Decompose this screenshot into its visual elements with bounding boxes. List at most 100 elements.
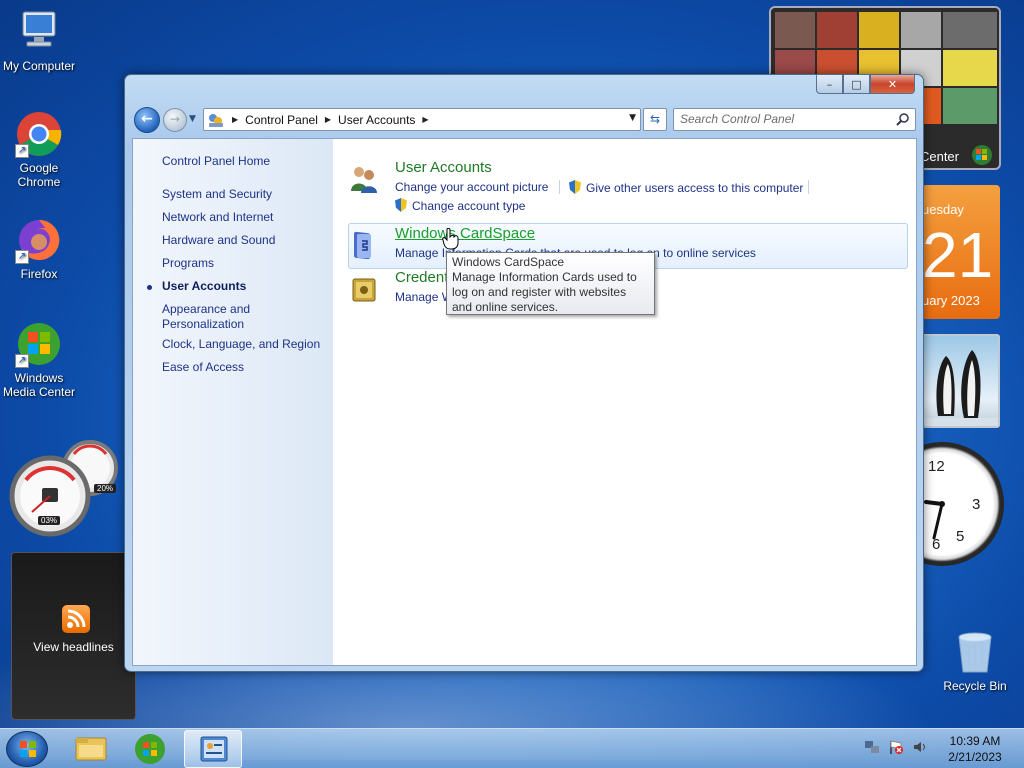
search-box[interactable]	[673, 108, 916, 131]
breadcrumb-control-panel[interactable]: Control Panel	[245, 113, 318, 127]
folder-icon	[75, 737, 107, 761]
nav-clock-language-region[interactable]: Clock, Language, and Region	[162, 337, 320, 352]
user-accounts-title[interactable]: User Accounts	[395, 159, 492, 176]
cardspace-tooltip: Windows CardSpace Manage Information Car…	[446, 252, 655, 315]
back-button[interactable]: ←	[134, 107, 160, 133]
tooltip-title: Windows CardSpace	[452, 255, 565, 269]
desktop-icon-windows-media-center[interactable]: ↗ Windows Media Center	[0, 320, 79, 399]
media-tile	[943, 12, 997, 48]
hand-pointer-cursor-icon	[442, 227, 460, 250]
taskbar-control-panel[interactable]	[184, 730, 242, 768]
media-tile	[943, 50, 997, 86]
uac-shield-icon	[569, 180, 581, 194]
change-account-type-label: Change account type	[412, 199, 526, 213]
desktop-icon-my-computer[interactable]: My Computer	[0, 8, 79, 73]
slideshow-gadget[interactable]	[922, 334, 1000, 428]
nav-system-and-security[interactable]: System and Security	[162, 187, 272, 202]
network-icon[interactable]	[864, 739, 880, 755]
windows-media-center-icon	[135, 734, 165, 764]
media-tile	[859, 12, 899, 48]
tooltip-body: Manage Information Cards used to log on …	[452, 270, 637, 314]
action-center-flag-icon[interactable]	[888, 739, 904, 755]
desktop-icon-label: My Computer	[2, 59, 76, 73]
search-icon[interactable]	[896, 112, 910, 126]
rss-icon	[62, 605, 90, 633]
calendar-gadget[interactable]: uesday 21 uary 2023	[922, 185, 1000, 319]
minimize-button[interactable]: –	[816, 75, 843, 94]
control-panel-window: – □ ✕ ← → ▼ ▶ Control Panel ▶ User Accou…	[124, 74, 924, 672]
media-center-label: Center	[919, 149, 959, 164]
forward-button[interactable]: →	[163, 108, 187, 132]
link-divider	[559, 180, 560, 194]
give-users-access-label: Give other users access to this computer	[586, 181, 804, 195]
taskbar-clock[interactable]: 10:39 AM 2/21/2023	[940, 733, 1010, 765]
nav-control-panel-home[interactable]: Control Panel Home	[162, 154, 270, 169]
firefox-icon: ↗	[15, 216, 63, 264]
cpu-percent: 03%	[38, 516, 61, 525]
give-users-access-link[interactable]: Give other users access to this computer	[569, 180, 803, 195]
shortcut-arrow-icon: ↗	[15, 354, 29, 368]
address-dropdown-icon[interactable]: ▼	[629, 113, 636, 123]
recycle-bin-icon	[951, 628, 999, 676]
calendar-day: uesday	[922, 202, 964, 217]
shortcut-arrow-icon: ↗	[15, 250, 29, 264]
recent-pages-button[interactable]: ▼	[189, 112, 201, 126]
volume-icon[interactable]	[912, 739, 928, 755]
desktop-icon-firefox[interactable]: ↗ Firefox	[0, 216, 79, 281]
control-panel-icon	[200, 736, 228, 762]
forward-arrow-icon: →	[169, 112, 181, 126]
close-button[interactable]: ✕	[870, 75, 915, 94]
calendar-date: 21	[922, 219, 994, 291]
clock-time: 10:39 AM	[949, 734, 1001, 748]
feed-headlines-gadget[interactable]: View headlines	[11, 552, 136, 720]
cardspace-icon	[348, 229, 380, 261]
desktop-icon-label: Recycle Bin	[943, 679, 1007, 693]
desktop-icon-label: Google Chrome	[17, 161, 61, 189]
nav-ease-of-access[interactable]: Ease of Access	[162, 360, 244, 375]
nav-programs[interactable]: Programs	[162, 256, 214, 271]
windows-media-center-icon: ↗	[15, 320, 63, 368]
media-tile	[775, 12, 815, 48]
change-account-type-link[interactable]: Change account type	[395, 198, 525, 213]
start-button[interactable]	[6, 731, 48, 767]
taskbar-windows-media-center[interactable]	[121, 730, 179, 768]
breadcrumb-separator-icon[interactable]: ▶	[325, 115, 331, 124]
link-divider	[808, 180, 809, 194]
chrome-icon: ↗	[15, 110, 63, 158]
nav-hardware-and-sound[interactable]: Hardware and Sound	[162, 233, 275, 248]
breadcrumb-user-accounts[interactable]: User Accounts	[338, 113, 415, 127]
nav-appearance-and-personalization[interactable]: Appearance and Personalization	[162, 302, 282, 332]
view-headlines-link[interactable]: View headlines	[12, 640, 135, 654]
desktop-icon-label: Windows Media Center	[2, 371, 76, 399]
nav-network-and-internet[interactable]: Network and Internet	[162, 210, 273, 225]
search-input[interactable]	[680, 112, 890, 126]
windows-logo-icon	[20, 741, 36, 757]
user-accounts-icon	[348, 163, 380, 195]
penguins-photo	[924, 350, 998, 426]
desktop-icon-recycle-bin[interactable]: Recycle Bin	[935, 628, 1015, 693]
breadcrumb-separator-icon[interactable]: ▶	[422, 115, 428, 124]
media-tile	[901, 12, 941, 48]
media-tile	[943, 88, 997, 124]
content-area: Control Panel Home System and Security N…	[132, 138, 917, 666]
uac-shield-icon	[395, 198, 407, 212]
chevron-down-icon: ▼	[189, 114, 196, 124]
system-tray	[864, 739, 928, 755]
nav-user-accounts[interactable]: User Accounts	[162, 279, 246, 294]
address-bar[interactable]: ▶ Control Panel ▶ User Accounts ▶ ▼	[203, 108, 641, 131]
credential-manager-icon	[348, 273, 380, 305]
media-tile	[817, 12, 857, 48]
taskbar: 10:39 AM 2/21/2023	[0, 728, 1024, 768]
change-account-picture-link[interactable]: Change your account picture	[395, 180, 548, 194]
windows-logo-icon	[971, 144, 993, 166]
windows-cardspace-title[interactable]: Windows CardSpace	[395, 225, 535, 242]
desktop-icon-google-chrome[interactable]: ↗ Google Chrome	[0, 110, 79, 189]
refresh-button[interactable]: ⇆	[643, 108, 667, 131]
taskbar-windows-explorer[interactable]	[62, 730, 120, 768]
clock-date: 2/21/2023	[948, 750, 1002, 764]
maximize-button[interactable]: □	[843, 75, 870, 94]
desktop-icon-label: Firefox	[20, 267, 58, 281]
category-user-accounts: User Accounts Change your account pictur…	[348, 159, 908, 217]
cpu-meter-gadget[interactable]: 03% 20%	[8, 440, 126, 540]
current-item-bullet	[147, 285, 152, 290]
